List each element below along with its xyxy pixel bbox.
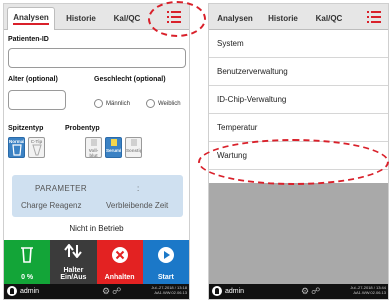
menu-item-id-chip[interactable]: ID-Chip-Verwaltung <box>209 86 388 114</box>
patient-id-label: Patienten-ID <box>8 36 49 43</box>
sample-sonstige-button[interactable]: Sonstige <box>125 137 142 158</box>
sample-vollblut-button[interactable]: Voll-blut <box>85 137 102 158</box>
settings-network-icons: ⚙☍ <box>102 286 124 296</box>
action-bar: 0 % Halter Ein/Aus Anhalten Start <box>4 240 189 286</box>
menu-item-temperature[interactable]: Temperatur <box>209 114 388 142</box>
charge-reagenz-label: Charge Reagenz <box>21 201 82 210</box>
user-icon <box>7 286 17 296</box>
tube-icon <box>90 139 97 146</box>
waste-button[interactable]: 0 % <box>4 240 51 286</box>
user-icon <box>212 286 222 296</box>
tab-analysen[interactable]: Analysen <box>7 7 55 30</box>
age-label: Alter (optional) <box>8 76 58 83</box>
start-button[interactable]: Start <box>142 240 189 286</box>
sample-serum-plasma-button[interactable]: Serum/Plasma <box>105 137 122 158</box>
parameter-info-panel: PARAMETER : Charge Reagenz Verbleibende … <box>12 175 183 217</box>
highlight-menu-button <box>148 1 206 37</box>
tab-historie[interactable]: Historie <box>261 7 305 30</box>
tab-historie[interactable]: Historie <box>59 7 103 30</box>
parameter-header: PARAMETER <box>35 184 87 193</box>
patient-id-input[interactable] <box>8 48 186 68</box>
menu-item-system[interactable]: System <box>209 30 388 58</box>
footer-timestamp: Jul.-27-2018 / 13:44 AA1.WW.02.06.13 <box>350 285 386 295</box>
waste-bin-icon <box>21 247 34 263</box>
tip-ctip-icon <box>31 144 42 156</box>
age-input[interactable] <box>8 90 66 110</box>
tab-analysen[interactable]: Analysen <box>212 7 258 30</box>
holder-toggle-button[interactable]: Halter Ein/Aus <box>50 240 97 286</box>
tip-normal-icon <box>11 144 22 156</box>
tip-normal-button[interactable]: Normal <box>8 137 25 158</box>
tip-ctip-button[interactable]: C-Tip <box>28 137 45 158</box>
radio-button[interactable] <box>146 99 155 108</box>
stop-button[interactable]: Anhalten <box>96 240 143 286</box>
sample-type-label: Probentyp <box>65 125 100 132</box>
menu-icon[interactable] <box>362 7 388 27</box>
gender-male-option[interactable]: Männlich <box>94 99 130 108</box>
analysis-screen: Analysen Historie Kal/QC Patienten-ID Al… <box>3 3 190 300</box>
gender-label: Geschlecht (optional) <box>94 76 166 83</box>
tube-icon <box>130 139 137 146</box>
settings-network-icons: ⚙☍ <box>301 286 323 296</box>
tip-type-label: Spitzentyp <box>8 125 44 132</box>
up-down-arrows-icon <box>64 244 83 258</box>
tab-bar: Analysen Historie Kal/QC <box>209 4 388 30</box>
radio-button[interactable] <box>94 99 103 108</box>
stop-x-icon <box>111 247 128 263</box>
user-indicator[interactable]: admin <box>7 286 39 296</box>
footer-bar: admin ⚙☍ Jul.-27-2018 / 13:18 AA1.WW.02.… <box>4 284 189 299</box>
highlight-maintenance-item <box>198 139 389 185</box>
tab-kal-qc[interactable]: Kal/QC <box>309 7 349 30</box>
dimmed-background <box>209 183 388 284</box>
parameter-colon: : <box>137 184 140 193</box>
gender-female-option[interactable]: Weiblich <box>146 99 181 108</box>
footer-timestamp: Jul.-27-2018 / 13:18 AA1.WW.02.06.13 <box>151 285 187 295</box>
remaining-time-label: Verbleibende Zeit <box>106 201 169 210</box>
menu-item-user-management[interactable]: Benutzerverwaltung <box>209 58 388 86</box>
tube-icon <box>110 139 117 146</box>
tab-kal-qc[interactable]: Kal/QC <box>107 7 147 30</box>
play-icon <box>157 247 174 263</box>
user-indicator[interactable]: admin <box>212 286 244 296</box>
status-text: Nicht in Betrieb <box>69 224 124 233</box>
footer-bar: admin ⚙☍ Jul.-27-2018 / 13:44 AA1.WW.02.… <box>209 284 388 299</box>
